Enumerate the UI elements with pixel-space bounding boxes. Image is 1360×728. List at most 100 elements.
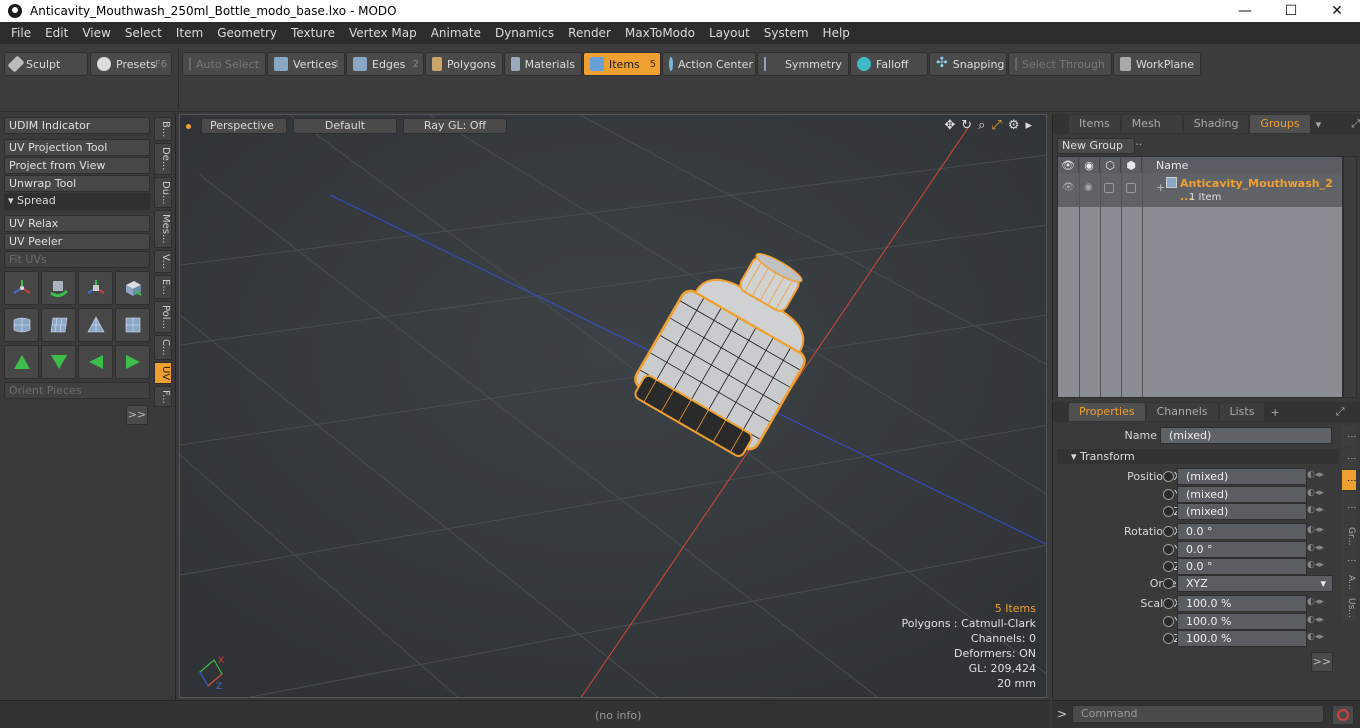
3d-viewport[interactable]: X Z Perspective Default Ray GL: Off ✥ ↻ … [179, 114, 1047, 698]
row-select-checkbox[interactable] [1126, 183, 1136, 193]
vtab-de[interactable]: De... [154, 143, 172, 175]
menu-view[interactable]: View [75, 22, 117, 44]
add-tab-button[interactable]: + [1270, 406, 1279, 419]
orient-pieces-button[interactable]: Orient Pieces [4, 382, 150, 399]
vtab-c[interactable]: C... [154, 334, 172, 360]
unwrap-tool-button[interactable]: Unwrap Tool [4, 175, 150, 192]
scale-x-field[interactable]: 100.0 % [1177, 595, 1307, 612]
visibility-eye-icon[interactable]: 👁 [1058, 157, 1079, 173]
tab-shading[interactable]: Shading [1183, 115, 1249, 133]
uv-sphere-tool-button[interactable] [4, 308, 39, 342]
vtab-v[interactable]: V... [154, 249, 172, 273]
vtab-mes[interactable]: Mes... [154, 210, 172, 248]
properties-more-button[interactable]: >> [1311, 652, 1333, 672]
vtab-b[interactable]: B... [154, 117, 172, 142]
position-x-field[interactable]: (mixed) [1177, 468, 1307, 485]
tab-mesh[interactable]: Mesh ... [1121, 115, 1182, 148]
position-x-toggle[interactable] [1163, 471, 1174, 482]
menu-help[interactable]: Help [816, 22, 857, 44]
scale-y-toggle[interactable] [1163, 616, 1174, 627]
row-render-icon[interactable]: ◉ [1084, 182, 1093, 193]
menu-select[interactable]: Select [118, 22, 169, 44]
vtab-f[interactable]: F... [154, 385, 172, 408]
row-lock-checkbox[interactable] [1104, 183, 1114, 193]
left-panel-more-button[interactable]: >> [126, 405, 148, 425]
falloff-button[interactable]: Falloff [850, 52, 928, 76]
presets-button[interactable]: Presets F6 [90, 52, 172, 76]
groups-scrollbar[interactable] [1343, 156, 1357, 398]
menu-maxtomodo[interactable]: MaxToModo [618, 22, 702, 44]
uv-align-left-button[interactable] [78, 345, 113, 379]
transform-section[interactable]: ▾ Transform [1057, 449, 1339, 464]
rotation-x-field[interactable]: 0.0 ° [1177, 523, 1307, 540]
rotation-x-stepper-icon[interactable]: ◐◂▸ [1307, 525, 1331, 538]
select-icon[interactable]: ⬢ [1121, 157, 1142, 173]
tab-items[interactable]: Items [1069, 115, 1120, 133]
menu-texture[interactable]: Texture [284, 22, 342, 44]
vtab-prop-3[interactable]: ⋮ [1342, 492, 1356, 522]
fit-view-icon[interactable]: ⤢ [991, 118, 1001, 133]
spread-section[interactable]: ▾ Spread [4, 193, 150, 210]
items-button[interactable]: Items 5 [583, 52, 661, 76]
uv-rotate-tool-button[interactable] [41, 271, 76, 305]
vtab-prop-active[interactable]: ⋮ [1342, 470, 1356, 490]
properties-expand-icon[interactable]: ⤢ [1336, 405, 1345, 419]
vtab-pol[interactable]: Pol... [154, 300, 172, 333]
menu-item[interactable]: Item [169, 22, 210, 44]
menu-animate[interactable]: Animate [424, 22, 488, 44]
fit-uvs-button[interactable]: Fit UVs [4, 251, 150, 268]
uv-box-tool-button[interactable] [115, 271, 150, 305]
order-toggle[interactable] [1163, 578, 1174, 589]
vtab-e[interactable]: E... [154, 275, 172, 299]
edges-button[interactable]: Edges 2 [346, 52, 424, 76]
menu-dynamics[interactable]: Dynamics [488, 22, 561, 44]
maximize-button[interactable]: ☐ [1268, 0, 1314, 22]
command-input[interactable]: Command [1072, 705, 1324, 723]
position-y-toggle[interactable] [1163, 489, 1174, 500]
menu-geometry[interactable]: Geometry [210, 22, 284, 44]
position-z-stepper-icon[interactable]: ◐◂▸ [1307, 505, 1331, 518]
udim-indicator-button[interactable]: UDIM Indicator [4, 117, 150, 134]
select-through-button[interactable]: Select Through [1008, 52, 1112, 76]
polygons-button[interactable]: Polygons [425, 52, 503, 76]
position-z-toggle[interactable] [1163, 506, 1174, 517]
uv-align-right-button[interactable] [115, 345, 150, 379]
uv-relax-button[interactable]: UV Relax [4, 215, 150, 232]
row-visibility-eye-icon[interactable]: 👁 [1062, 182, 1075, 193]
snapping-button[interactable]: ✣ Snapping [929, 52, 1007, 76]
uv-cube-grid-tool-button[interactable] [115, 308, 150, 342]
viewport-menu-dot-icon[interactable] [186, 123, 191, 129]
vtab-du[interactable]: Du... [154, 176, 172, 209]
render-icon[interactable]: ◉ [1079, 157, 1100, 173]
shading-dropdown[interactable]: Default [293, 118, 397, 134]
vtab-prop-4[interactable]: ⋮ [1342, 550, 1356, 571]
uv-peeler-button[interactable]: UV Peeler [4, 233, 150, 250]
scale-z-toggle[interactable] [1163, 633, 1174, 644]
panel-expand-icon[interactable]: ⤢ [1351, 117, 1360, 131]
lock-icon[interactable]: ⬡ [1100, 157, 1121, 173]
position-z-field[interactable]: (mixed) [1177, 503, 1307, 520]
menu-system[interactable]: System [757, 22, 816, 44]
tab-lists[interactable]: Lists [1219, 403, 1265, 421]
scale-z-stepper-icon[interactable]: ◐◂▸ [1307, 632, 1331, 645]
rotation-z-stepper-icon[interactable]: ◐◂▸ [1307, 560, 1331, 573]
sculpt-button[interactable]: Sculpt [4, 52, 88, 76]
menu-layout[interactable]: Layout [702, 22, 757, 44]
vtab-uv[interactable]: UV [154, 361, 172, 384]
uv-pyramid-tool-button[interactable] [78, 308, 113, 342]
tab-groups[interactable]: Groups [1250, 115, 1310, 133]
pan-icon[interactable]: ✥ [944, 118, 955, 133]
rotation-z-toggle[interactable] [1163, 561, 1174, 572]
project-from-view-button[interactable]: Project from View [4, 157, 150, 174]
tab-properties[interactable]: Properties [1069, 403, 1145, 421]
zoom-icon[interactable]: ⌕ [978, 118, 985, 133]
rotate-view-icon[interactable]: ↻ [961, 118, 972, 133]
close-button[interactable]: ✕ [1314, 0, 1360, 22]
scale-x-stepper-icon[interactable]: ◐◂▸ [1307, 597, 1331, 610]
position-y-stepper-icon[interactable]: ◐◂▸ [1307, 488, 1331, 501]
name-column-header[interactable]: Name [1156, 159, 1188, 172]
menu-vertex-map[interactable]: Vertex Map [342, 22, 424, 44]
rotation-y-stepper-icon[interactable]: ◐◂▸ [1307, 543, 1331, 556]
scale-x-toggle[interactable] [1163, 598, 1174, 609]
rotation-y-toggle[interactable] [1163, 544, 1174, 555]
